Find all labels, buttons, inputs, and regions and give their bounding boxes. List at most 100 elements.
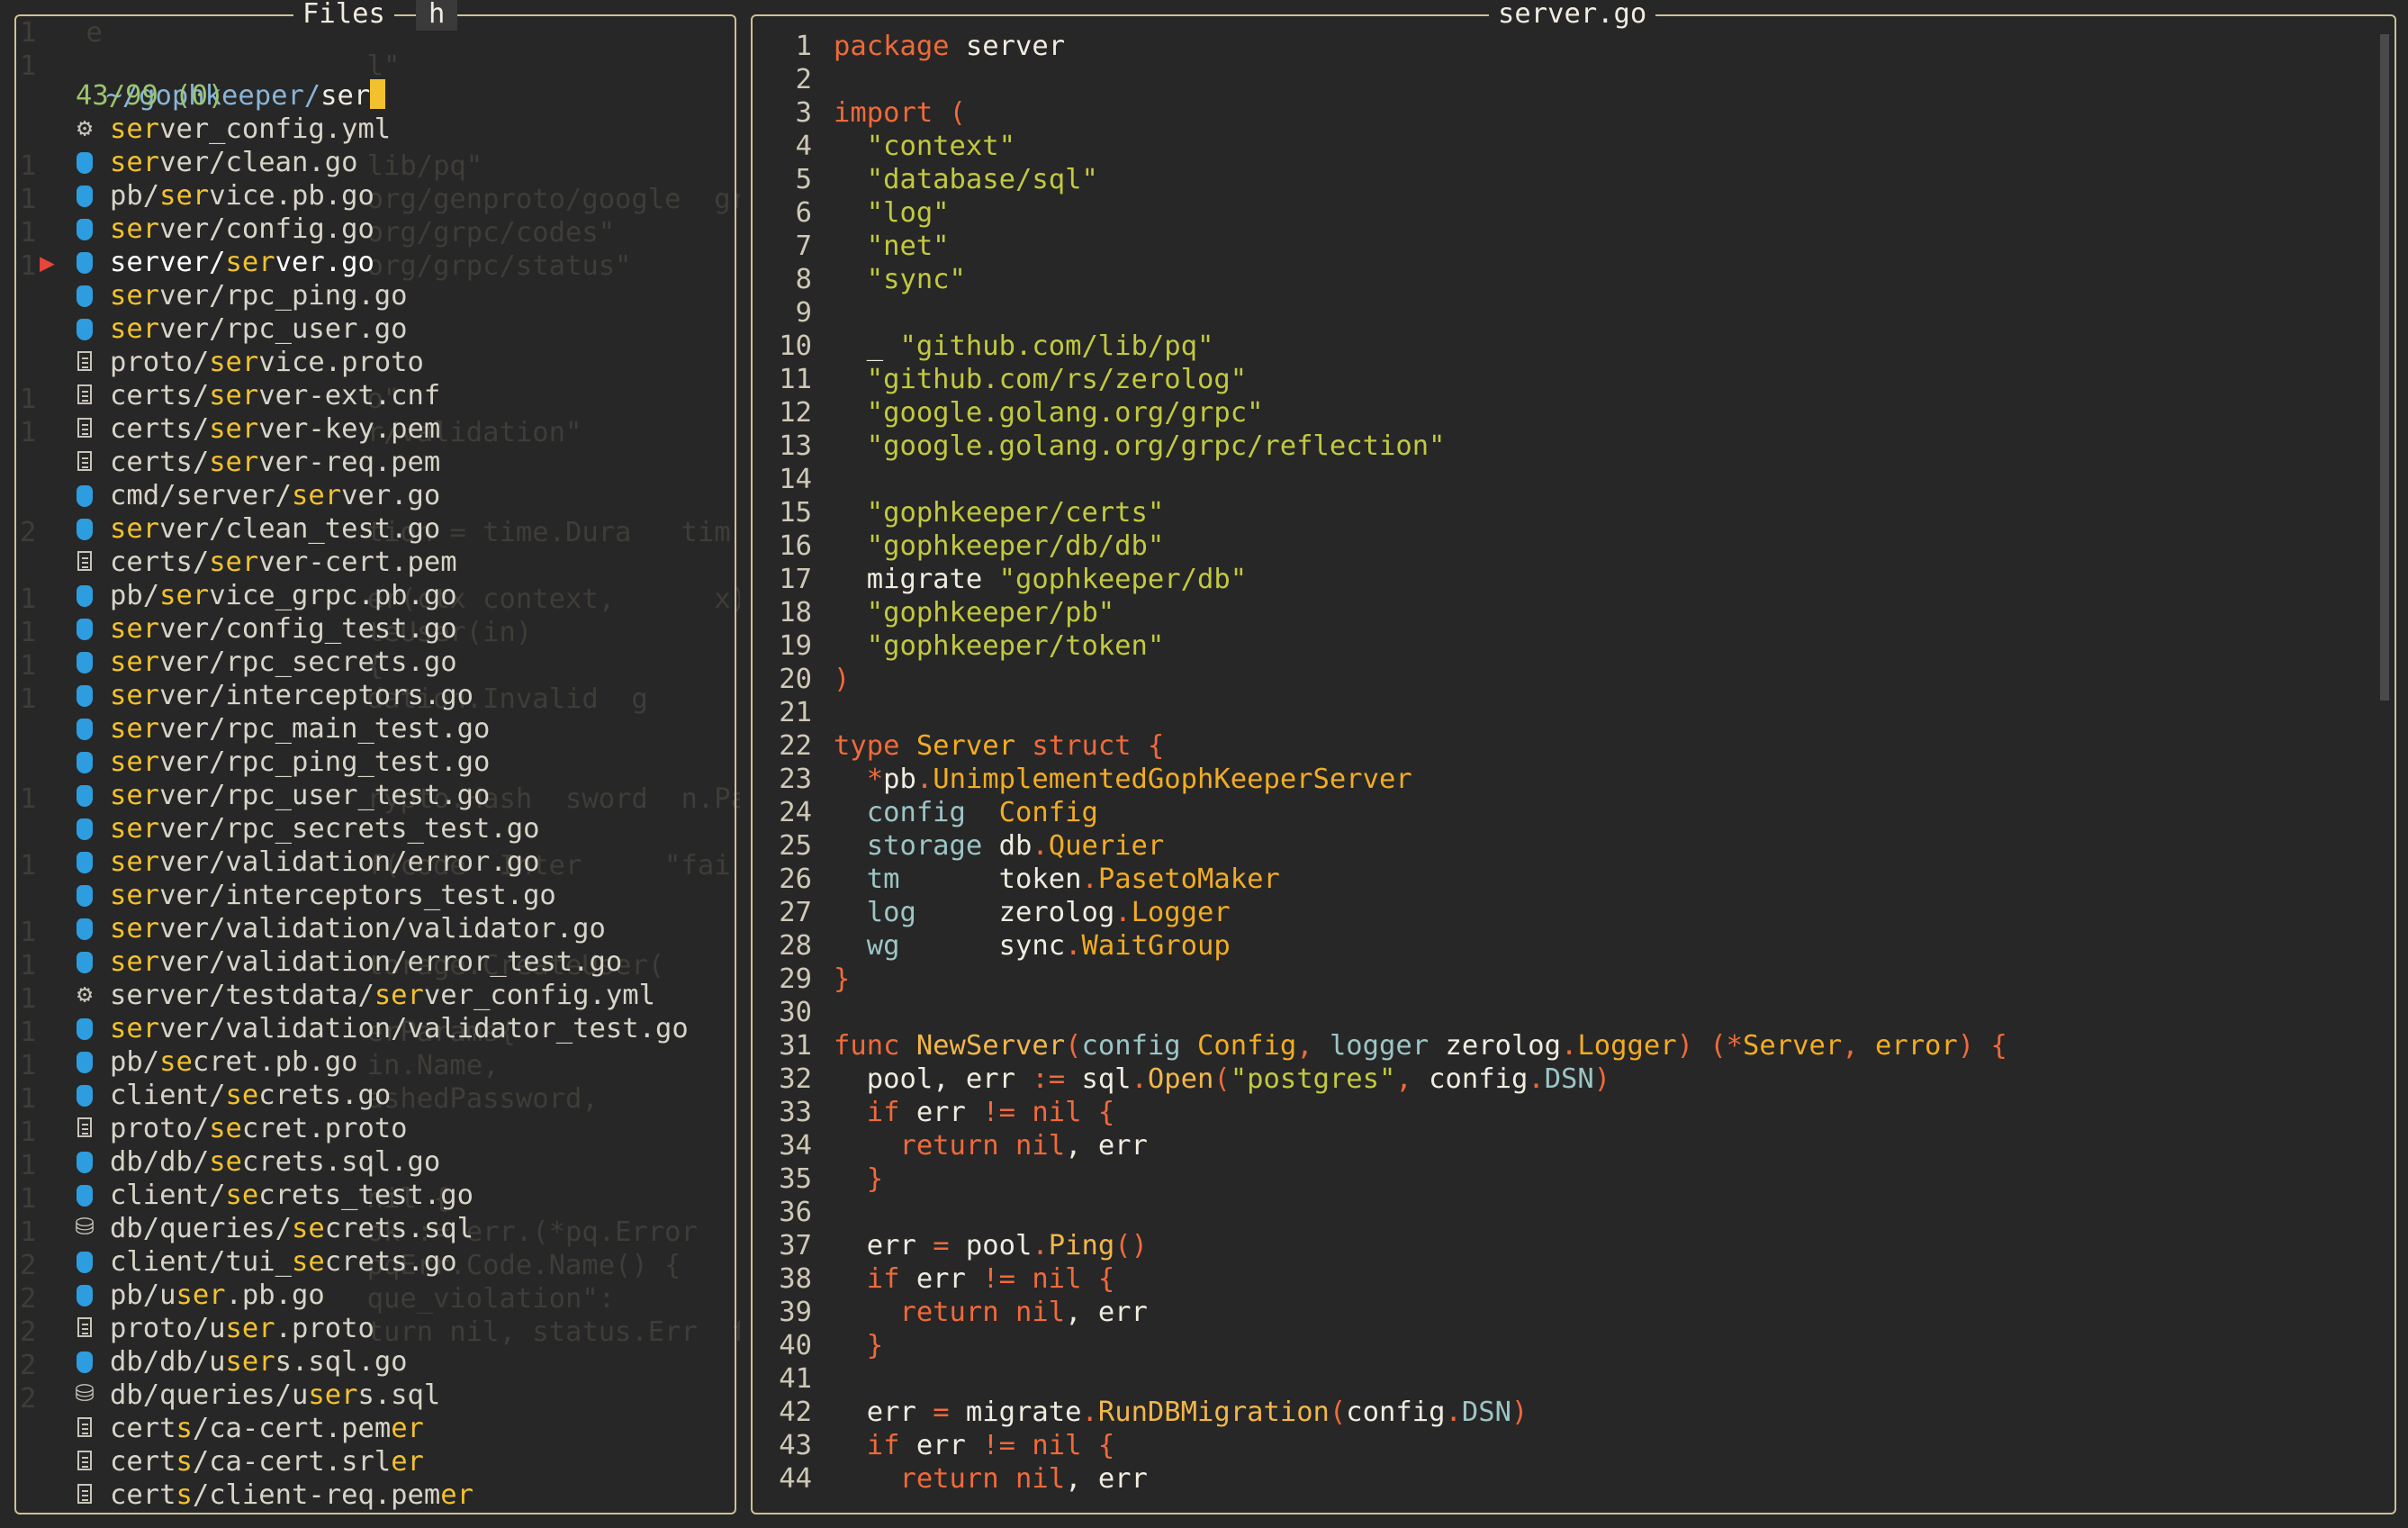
file-list-item-selected[interactable]: ▶ server/server.go	[40, 246, 742, 279]
file-list-item[interactable]: server/rpc_secrets_test.go	[40, 812, 742, 845]
file-list-item[interactable]: db/db/users.sql.go	[40, 1345, 742, 1379]
file-list-item[interactable]: server/clean.go	[40, 146, 742, 179]
file-list-item[interactable]: server/rpc_ping_test.go	[40, 746, 742, 779]
match-highlight: ser	[110, 946, 160, 978]
file-list-item[interactable]: certs/ca-cert.srler	[40, 1445, 742, 1478]
code-token: "google.golang.org/grpc/reflection"	[866, 430, 1446, 462]
file-list-item[interactable]: certs/server-req.pem	[40, 446, 742, 479]
file-list-item[interactable]: client/tui_secrets.go	[40, 1245, 742, 1279]
filename-part: ver/rpc_secrets_test.go	[159, 813, 540, 845]
file-list-item[interactable]: server/config_test.go	[40, 612, 742, 646]
line-number: 2	[795, 64, 812, 95]
file-list-item[interactable]: server/rpc_secrets.go	[40, 646, 742, 679]
file-list-item[interactable]: server/validation/validator_test.go	[40, 1012, 742, 1045]
file-list-item[interactable]: proto/secret.proto	[40, 1112, 742, 1145]
code-line: 41	[762, 1362, 2373, 1396]
file-list-item[interactable]: ⛁ db/queries/users.sql	[40, 1379, 742, 1412]
code-token: if	[834, 1097, 900, 1128]
code-token: migrate	[949, 1397, 1082, 1428]
file-list-item[interactable]: certs/server-key.pem	[40, 412, 742, 446]
code-token: Config	[1180, 1030, 1297, 1062]
file-list-item[interactable]: pb/secret.pb.go	[40, 1045, 742, 1079]
filename-part: ver-cert.pem	[258, 547, 457, 578]
go-gopher-icon	[77, 185, 93, 207]
file-list-item[interactable]: certs/ca-cert.pemer	[40, 1412, 742, 1445]
match-highlight: ser	[159, 580, 210, 611]
code-token: pool	[949, 1230, 1033, 1261]
gear-icon: ⚙	[77, 979, 93, 1008]
code-token: "google.golang.org/grpc"	[866, 397, 1264, 429]
code-token: Ping	[1048, 1230, 1115, 1261]
file-list-item[interactable]: server/validation/validator.go	[40, 912, 742, 945]
line-number: 26	[779, 863, 812, 895]
file-list-item[interactable]: server/interceptors_test.go	[40, 879, 742, 912]
query-text: ser	[320, 80, 371, 112]
file-list-item[interactable]: pb/service.pb.go	[40, 179, 742, 212]
file-list-item[interactable]: certs/server-ext.cnf	[40, 379, 742, 412]
file-list-item[interactable]: pb/service_grpc.pb.go	[40, 579, 742, 612]
file-list-item[interactable]: ⛁ db/queries/secrets.sql	[40, 1212, 742, 1245]
filename-part: ver/rpc_user_test.go	[159, 780, 491, 811]
file-list-item[interactable]: cmd/server/server.go	[40, 479, 742, 512]
file-list-item[interactable]: client/secrets.go	[40, 1079, 742, 1112]
code-token: Querier	[1048, 830, 1165, 862]
code-token: return	[834, 1130, 999, 1162]
filename-part: ver/rpc_ping_test.go	[159, 746, 491, 778]
filename-part: vice.proto	[258, 347, 424, 378]
code-token: if	[834, 1263, 900, 1295]
match-highlight: se	[225, 1180, 259, 1211]
file-list-item[interactable]: ⚙ server_config.yml	[40, 113, 742, 146]
file-list-item[interactable]: db/db/secrets.sql.go	[40, 1145, 742, 1179]
go-gopher-icon	[77, 885, 93, 907]
match-highlight: s	[176, 1446, 193, 1478]
code-token: , err	[1065, 1463, 1148, 1495]
line-number: 35	[779, 1163, 812, 1195]
code-line: 9	[762, 296, 2373, 330]
line-number: 5	[795, 164, 812, 195]
line-number: 44	[779, 1463, 812, 1495]
code-line: 4 "context"	[762, 130, 2373, 163]
code-token: zerolog	[1429, 1030, 1562, 1062]
filename-part: cert	[110, 1413, 176, 1444]
file-list-item[interactable]: proto/service.proto	[40, 346, 742, 379]
file-list-item[interactable]: server/interceptors.go	[40, 679, 742, 712]
scrollbar[interactable]	[2380, 34, 2389, 701]
code-line: 43 if err != nil {	[762, 1429, 2373, 1462]
code-token: import	[834, 97, 933, 129]
filename-part: db/db/	[110, 1146, 210, 1178]
file-list-item[interactable]: pb/user.pb.go	[40, 1279, 742, 1312]
file-list-item[interactable]: ⚙ server/testdata/server_config.yml	[40, 979, 742, 1012]
code-line: 42 err = migrate.RunDBMigration(config.D…	[762, 1396, 2373, 1429]
file-list-item[interactable]: proto/user.proto	[40, 1312, 742, 1345]
file-list-item[interactable]: server/validation/error.go	[40, 845, 742, 879]
file-list-item[interactable]: certs/client-req.pemer	[40, 1478, 742, 1512]
file-list-item[interactable]: client/secrets_test.go	[40, 1179, 742, 1212]
filename-part: db/queries/u	[110, 1379, 309, 1411]
file-list-item[interactable]: server/rpc_main_test.go	[40, 712, 742, 746]
filename-part: certs/	[110, 447, 210, 478]
file-list-item[interactable]: server/rpc_user_test.go	[40, 779, 742, 812]
file-list-item[interactable]: server/clean_test.go	[40, 512, 742, 546]
filename-part: ver_config.yml	[159, 113, 392, 145]
file-list-item[interactable]: server/validation/error_test.go	[40, 945, 742, 979]
code-token: }	[834, 1163, 884, 1195]
code-token: nil	[1015, 1263, 1082, 1295]
code-token: ,	[1395, 1063, 1429, 1095]
filename-part: cert	[110, 1479, 176, 1511]
match-highlight: s	[176, 1479, 193, 1511]
line-number: 24	[779, 797, 812, 828]
code-line: 6 "log"	[762, 196, 2373, 230]
code-token: .	[1081, 863, 1098, 895]
match-highlight: ser	[225, 1313, 275, 1344]
file-list-item[interactable]: server/rpc_ping.go	[40, 279, 742, 312]
code-token: (	[933, 97, 966, 129]
database-icon: ⛁	[75, 1380, 95, 1407]
file-list-item[interactable]: server/config.go	[40, 212, 742, 246]
text-cursor	[370, 79, 386, 109]
filename-part: .proto	[275, 1313, 374, 1344]
file-list-item[interactable]: server/rpc_user.go	[40, 312, 742, 346]
search-input[interactable]: ~/gophkeeper/ser	[40, 46, 386, 112]
filename-part: certs/	[110, 547, 210, 578]
file-list-item[interactable]: certs/server-cert.pem	[40, 546, 742, 579]
